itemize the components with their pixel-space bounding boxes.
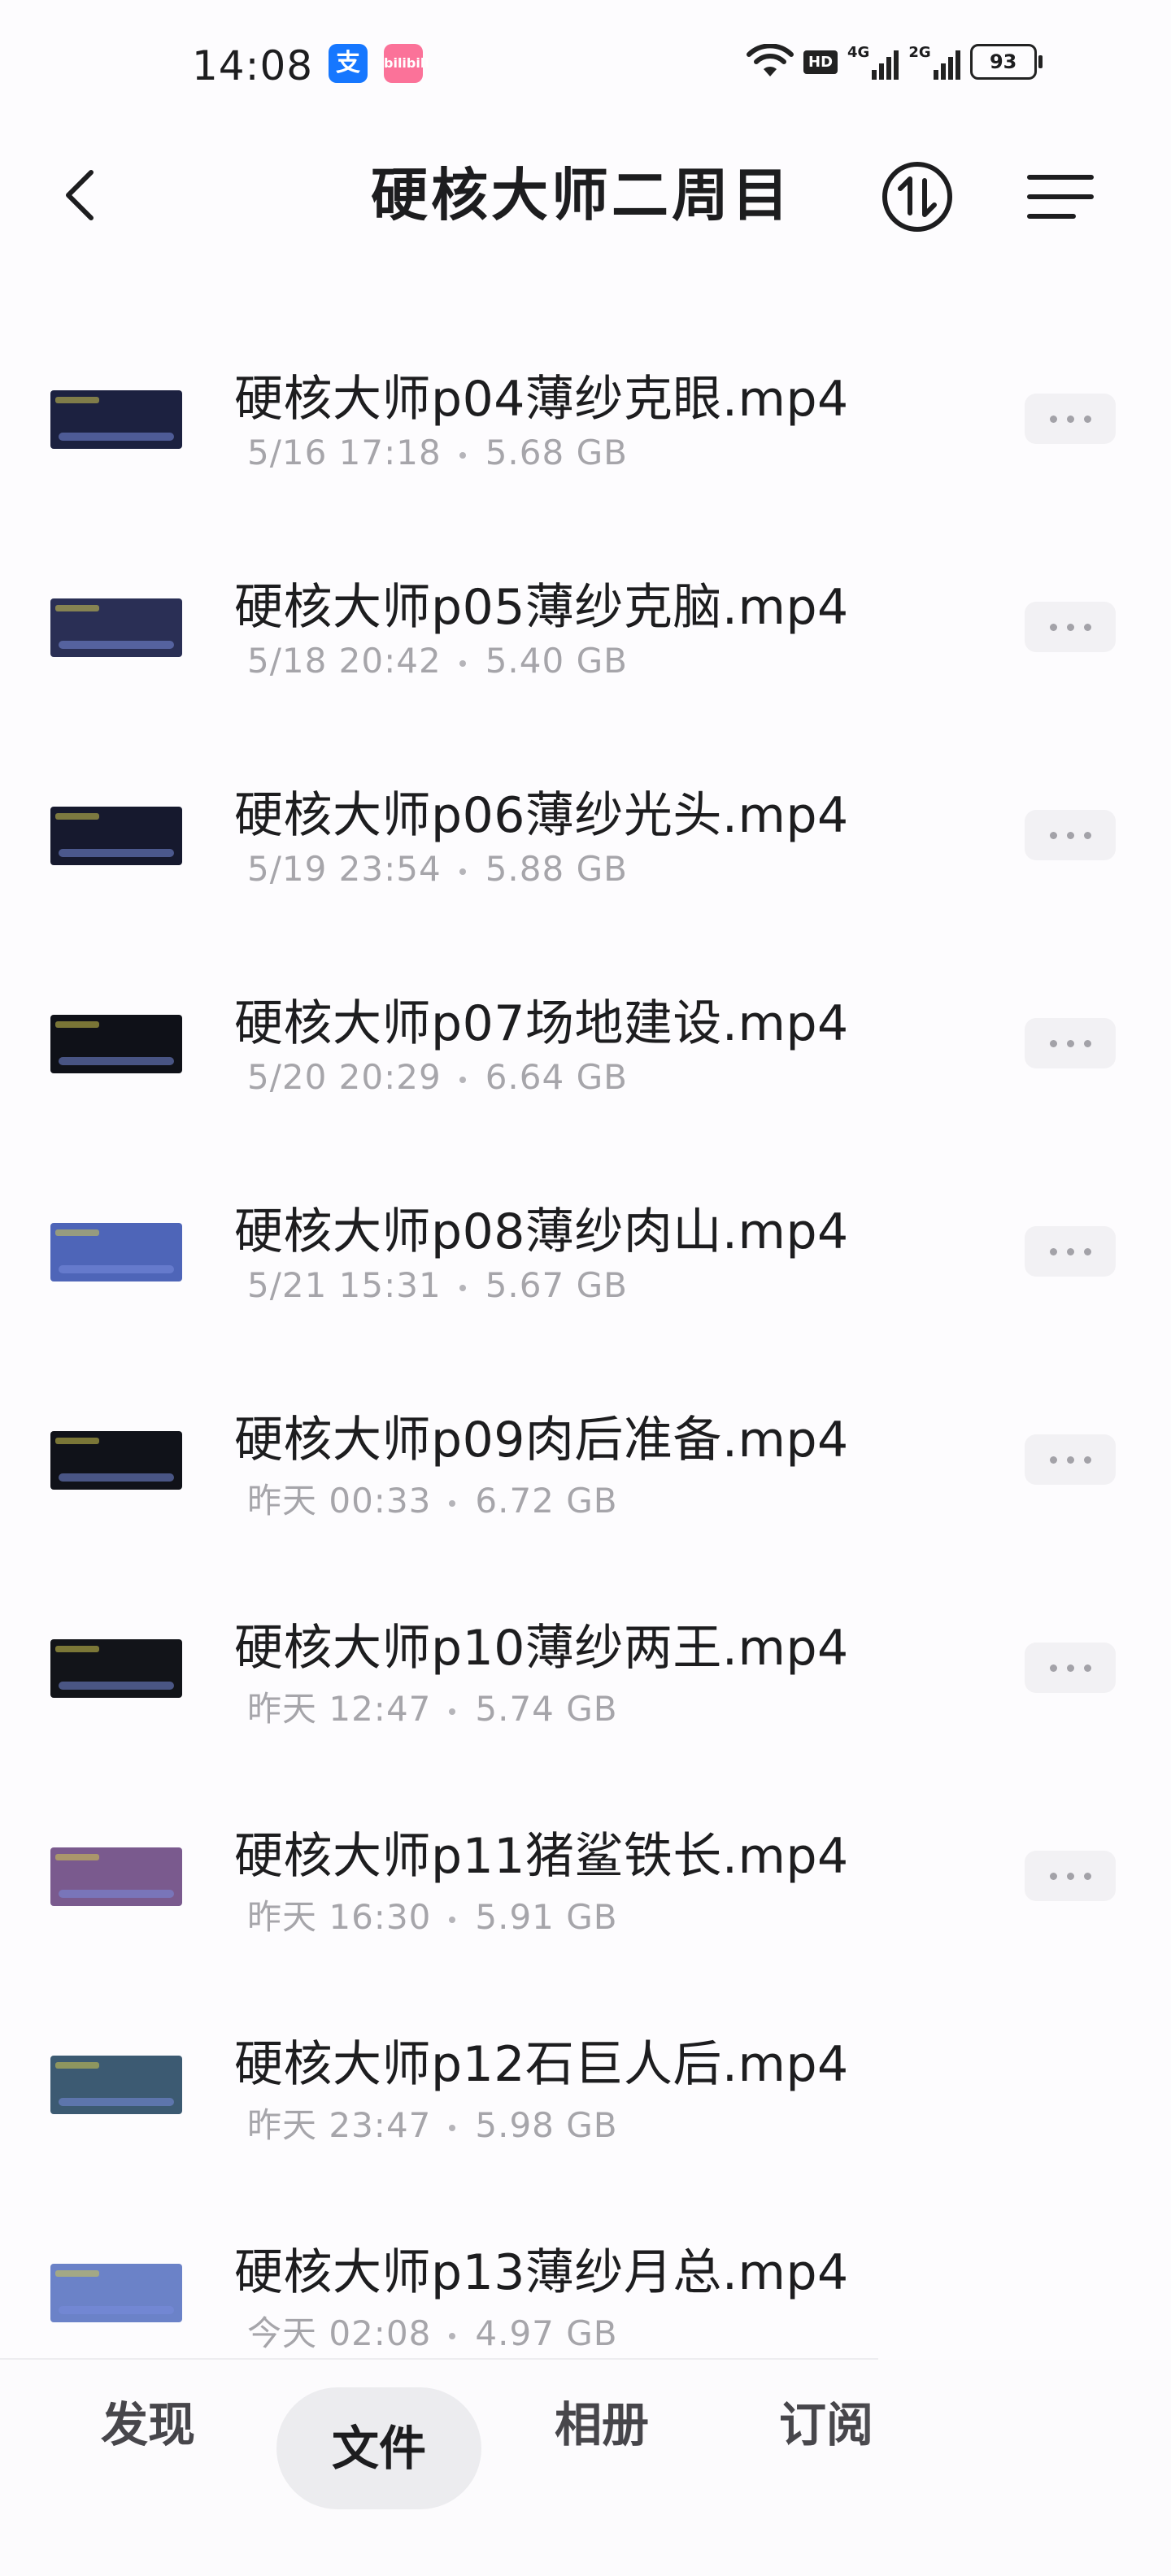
list-item[interactable]: 硬核大师p09肉后准备.mp4 昨天 00:33 6.72 GB (0, 1382, 1171, 1590)
video-thumbnail (50, 2056, 182, 2114)
menu-icon (1027, 175, 1094, 219)
video-thumbnail (50, 598, 182, 657)
header: 硬核大师二周目 (0, 130, 1171, 260)
file-date: 今天 02:08 (247, 2313, 432, 2353)
list-item[interactable]: 硬核大师p07场地建设.mp4 5/20 20:29 6.64 GB (0, 966, 1171, 1174)
file-size: 5.91 GB (475, 1897, 618, 1937)
file-date: 5/19 23:54 (247, 849, 442, 889)
tab-subscribe[interactable]: 订阅 (779, 2360, 873, 2490)
file-name: 硬核大师p06薄纱光头.mp4 (234, 787, 849, 844)
more-button[interactable] (1025, 1643, 1116, 1693)
sort-menu-button[interactable] (1021, 156, 1103, 237)
net-4g-label: 4G (847, 44, 870, 61)
wifi-icon (747, 44, 794, 76)
more-button[interactable] (1025, 1851, 1116, 1901)
more-button[interactable] (1025, 1434, 1116, 1485)
more-button[interactable] (1025, 810, 1116, 860)
video-thumbnail (50, 390, 182, 449)
video-thumbnail (50, 1431, 182, 1490)
file-meta: 今天 02:08 4.97 GB (247, 2306, 618, 2356)
list-item[interactable]: 硬核大师p06薄纱光头.mp4 5/19 23:54 5.88 GB (0, 758, 1171, 966)
file-name: 硬核大师p13薄纱月总.mp4 (234, 2244, 849, 2301)
signal-4g-icon: 4G (847, 44, 899, 80)
more-button[interactable] (1025, 1018, 1116, 1068)
file-size: 5.74 GB (475, 1689, 618, 1729)
file-size: 5.88 GB (485, 849, 628, 889)
file-name: 硬核大师p07场地建设.mp4 (234, 995, 849, 1052)
file-date: 5/21 15:31 (247, 1265, 442, 1305)
more-button[interactable] (1025, 394, 1116, 444)
file-meta: 5/16 17:18 5.68 GB (247, 433, 628, 472)
video-thumbnail (50, 1223, 182, 1281)
file-meta: 5/18 20:42 5.40 GB (247, 641, 628, 681)
file-date: 昨天 23:47 (247, 2105, 432, 2145)
list-item[interactable]: 硬核大师p05薄纱克脑.mp4 5/18 20:42 5.40 GB (0, 550, 1171, 758)
file-meta: 昨天 23:47 5.98 GB (247, 2098, 618, 2147)
file-size: 6.72 GB (475, 1481, 618, 1521)
file-date: 昨天 00:33 (247, 1481, 432, 1521)
list-item[interactable]: 硬核大师p11猪鲨铁长.mp4 昨天 16:30 5.91 GB (0, 1799, 1171, 2007)
tab-discover[interactable]: 发现 (101, 2360, 195, 2490)
list-item[interactable]: 硬核大师p12石巨人后.mp4 昨天 23:47 5.98 GB (0, 2007, 1171, 2215)
file-size: 6.64 GB (485, 1057, 628, 1097)
file-meta: 5/20 20:29 6.64 GB (247, 1057, 628, 1097)
video-thumbnail (50, 807, 182, 865)
file-size: 5.67 GB (485, 1265, 628, 1305)
transfer-icon (882, 162, 952, 232)
status-bar: 14:08 支 bilibili HD 4G 2G 93 (0, 0, 1171, 130)
page-title: 硬核大师二周目 (371, 162, 792, 228)
file-meta: 5/21 15:31 5.67 GB (247, 1265, 628, 1305)
file-date: 5/16 17:18 (247, 433, 442, 472)
battery-icon: 93 (969, 44, 1043, 80)
bilibili-icon: bilibili (384, 44, 429, 83)
video-thumbnail (50, 1639, 182, 1698)
list-item[interactable]: 硬核大师p08薄纱肉山.mp4 5/21 15:31 5.67 GB (0, 1174, 1171, 1382)
file-meta: 昨天 16:30 5.91 GB (247, 1890, 618, 1939)
net-2g-label: 2G (908, 44, 931, 61)
file-size: 5.98 GB (475, 2105, 618, 2145)
list-item[interactable]: 硬核大师p04薄纱克眼.mp4 5/16 17:18 5.68 GB (0, 342, 1171, 550)
file-name: 硬核大师p10薄纱两王.mp4 (234, 1620, 849, 1677)
status-icons: HD 4G 2G 93 (747, 39, 1043, 85)
file-date: 昨天 16:30 (247, 1897, 432, 1937)
hd-icon: HD (803, 50, 838, 74)
signal-2g-icon: 2G (908, 44, 960, 80)
more-button[interactable] (1025, 1226, 1116, 1277)
file-name: 硬核大师p05薄纱克脑.mp4 (234, 579, 849, 636)
bottom-nav: 发现 文件 相册 订阅 (0, 2360, 1171, 2576)
video-thumbnail (50, 1015, 182, 1073)
tab-albums[interactable]: 相册 (555, 2360, 649, 2490)
more-button[interactable] (1025, 602, 1116, 652)
file-name: 硬核大师p11猪鲨铁长.mp4 (234, 1828, 849, 1885)
file-date: 5/20 20:29 (247, 1057, 442, 1097)
file-size: 5.40 GB (485, 641, 628, 681)
file-name: 硬核大师p09肉后准备.mp4 (234, 1412, 849, 1469)
transfer-button[interactable] (877, 156, 958, 237)
file-size: 5.68 GB (485, 433, 628, 472)
file-date: 昨天 12:47 (247, 1689, 432, 1729)
file-name: 硬核大师p04薄纱克眼.mp4 (234, 371, 849, 428)
file-name: 硬核大师p08薄纱肉山.mp4 (234, 1203, 849, 1260)
alipay-icon: 支 (329, 44, 368, 83)
file-meta: 昨天 00:33 6.72 GB (247, 1473, 618, 1523)
list-item[interactable]: 硬核大师p10薄纱两王.mp4 昨天 12:47 5.74 GB (0, 1590, 1171, 1799)
file-size: 4.97 GB (475, 2313, 618, 2353)
video-thumbnail (50, 2264, 182, 2322)
nav-fade-overlay (862, 2376, 1057, 2474)
file-name: 硬核大师p12石巨人后.mp4 (234, 2036, 849, 2093)
file-date: 5/18 20:42 (247, 641, 442, 681)
file-meta: 5/19 23:54 5.88 GB (247, 849, 628, 889)
video-thumbnail (50, 1847, 182, 1906)
tab-files[interactable]: 文件 (276, 2387, 481, 2509)
file-meta: 昨天 12:47 5.74 GB (247, 1682, 618, 1731)
status-time: 14:08 (192, 42, 314, 89)
